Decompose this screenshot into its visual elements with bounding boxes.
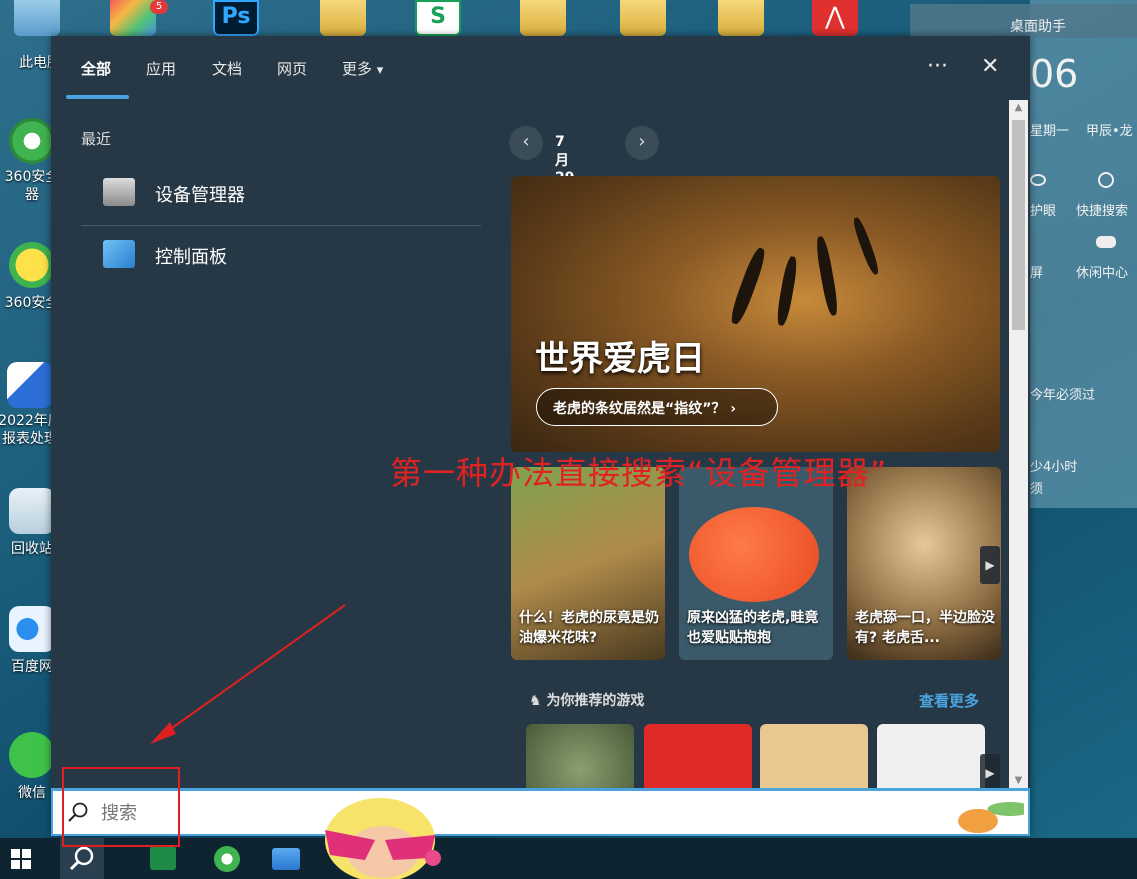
control-panel-icon <box>103 240 135 268</box>
search-icon <box>1098 172 1114 188</box>
news-card-2[interactable]: 原来凶猛的老虎,畦竟也爱贴贴抱抱 <box>679 467 833 660</box>
pdf-icon[interactable]: ⋀ <box>812 0 858 36</box>
desktop-assistant-widget: 桌面助手 06 星期一 甲辰•龙 护眼 快捷搜索 屏 休闲中心 今年必须过 少4… <box>910 0 1137 508</box>
tab-documents[interactable]: 文档 <box>212 58 242 79</box>
device-manager-icon <box>103 178 135 206</box>
photoshop-icon[interactable]: Ps <box>213 0 259 36</box>
hero-title: 世界爱虎日 <box>535 339 705 379</box>
news-card-caption: 老虎舔一口，半边脸没有? 老虎舌... <box>855 610 995 646</box>
game-tile-plants-zombies[interactable] <box>526 724 634 788</box>
games-heading-label: 为你推荐的游戏 <box>546 693 645 709</box>
active-tab-indicator <box>66 95 129 99</box>
annotation-arrow <box>150 604 346 744</box>
taskbar-360-browser-button[interactable] <box>205 838 249 879</box>
360-browser-icon <box>214 846 240 872</box>
excel-file-icon[interactable] <box>520 0 566 36</box>
folder-icon[interactable] <box>718 0 764 36</box>
game-tile-cartoon[interactable] <box>877 724 985 788</box>
games-next-button[interactable]: ▶ <box>980 754 1000 792</box>
see-more-link[interactable]: 查看更多 <box>919 690 979 711</box>
widget-note-3: 须 <box>1030 482 1044 497</box>
eye-icon <box>1030 174 1046 186</box>
games-heading: ♞ 为你推荐的游戏 <box>529 690 644 710</box>
tiger-stripe <box>814 235 840 317</box>
cards-next-button[interactable]: ▶ <box>980 546 1000 584</box>
tab-more-label: 更多 <box>342 60 373 78</box>
tab-web[interactable]: 网页 <box>277 58 307 79</box>
cartoon-sticker-icon <box>325 798 441 879</box>
search-icon <box>69 846 94 871</box>
notification-badge: 5 <box>150 0 168 14</box>
prev-date-button[interactable]: ‹ <box>509 126 543 160</box>
scrollbar[interactable]: ▲ ▼ <box>1009 100 1028 788</box>
tab-all[interactable]: 全部 <box>81 58 111 79</box>
game-tile-mario[interactable] <box>644 724 752 788</box>
recycle-bin-icon <box>9 488 55 534</box>
widget-quick-search[interactable]: 快捷搜索 <box>1076 200 1128 219</box>
annotation-text: 第一种办法直接搜索“设备管理器” <box>390 454 888 492</box>
tab-more[interactable]: 更多 ▾ <box>342 58 383 79</box>
baidu-netdisk-icon <box>9 606 55 652</box>
scroll-up-arrow[interactable]: ▲ <box>1009 102 1028 113</box>
wps-sheet-icon[interactable]: S <box>415 0 461 36</box>
widget-lunar: 甲辰•龙 <box>1086 124 1133 139</box>
hero-link-chip[interactable]: 老虎的条纹居然是“指纹”？ › <box>536 388 778 426</box>
folder-icon[interactable] <box>320 0 366 36</box>
tab-apps[interactable]: 应用 <box>146 58 176 79</box>
recent-item-label: 设备管理器 <box>155 185 245 206</box>
wechat-icon <box>9 732 55 778</box>
more-options-button[interactable]: ··· <box>927 54 948 79</box>
chevron-down-icon: ▾ <box>376 63 384 78</box>
folder-icon <box>272 848 300 870</box>
scroll-down-arrow[interactable]: ▼ <box>1009 775 1028 786</box>
taskbar-file-explorer-button[interactable] <box>264 838 308 879</box>
gamepad-icon <box>1096 236 1116 248</box>
hero-card-tiger[interactable]: 世界爱虎日 老虎的条纹居然是“指纹”？ › <box>511 176 1000 452</box>
widget-eye-care[interactable]: 护眼 <box>1030 200 1056 219</box>
windows-icon <box>11 849 31 869</box>
widget-time: 06 <box>1030 52 1079 96</box>
tiger-stripe <box>727 246 769 326</box>
recent-item-device-manager[interactable]: 设备管理器 <box>81 164 481 224</box>
widget-note-2: 少4小时 <box>1030 460 1078 475</box>
start-button[interactable] <box>0 838 44 879</box>
scroll-thumb[interactable] <box>1012 120 1025 330</box>
widget-note-1: 今年必须过 <box>1030 388 1096 403</box>
close-button[interactable]: ✕ <box>981 54 999 79</box>
recent-item-control-panel[interactable]: 控制面板 <box>81 226 481 286</box>
tiger-stripe <box>851 216 881 276</box>
widget-leisure-center[interactable]: 休闲中心 <box>1076 262 1128 281</box>
widget-screen[interactable]: 屏 <box>1030 262 1043 281</box>
recent-item-label: 控制面板 <box>155 247 227 268</box>
360-browser-icon <box>9 118 55 164</box>
desktop-computer-top-icon[interactable] <box>14 0 60 36</box>
tiger-doodle-icon <box>932 793 1024 833</box>
tomato-plush-icon <box>689 507 819 602</box>
report-icon <box>7 362 53 408</box>
search-bar[interactable] <box>51 788 1030 836</box>
search-tabs: 全部 应用 文档 网页 更多 ▾ ··· ✕ <box>51 36 1030 100</box>
chess-icon: ♞ <box>529 693 547 709</box>
tiger-stripe <box>775 255 799 327</box>
news-card-caption: 原来凶猛的老虎,畦竟也爱贴贴抱抱 <box>687 610 819 646</box>
annotation-highlight-box <box>62 767 180 847</box>
360-guard-icon <box>9 242 55 288</box>
news-card-1[interactable]: 什么！老虎的尿竟是奶油爆米花味? <box>511 467 665 660</box>
document-icon[interactable] <box>620 0 666 36</box>
recent-heading: 最近 <box>81 130 112 148</box>
game-tile-go[interactable] <box>760 724 868 788</box>
excel-icon <box>150 846 176 870</box>
next-date-button[interactable]: › <box>625 126 659 160</box>
widget-header: 桌面助手 <box>910 4 1137 38</box>
widget-weekday: 星期一 <box>1030 124 1070 139</box>
news-card-3[interactable]: 老虎舔一口，半边脸没有? 老虎舌... <box>847 467 1001 660</box>
news-card-caption: 什么！老虎的尿竟是奶油爆米花味? <box>519 610 659 646</box>
